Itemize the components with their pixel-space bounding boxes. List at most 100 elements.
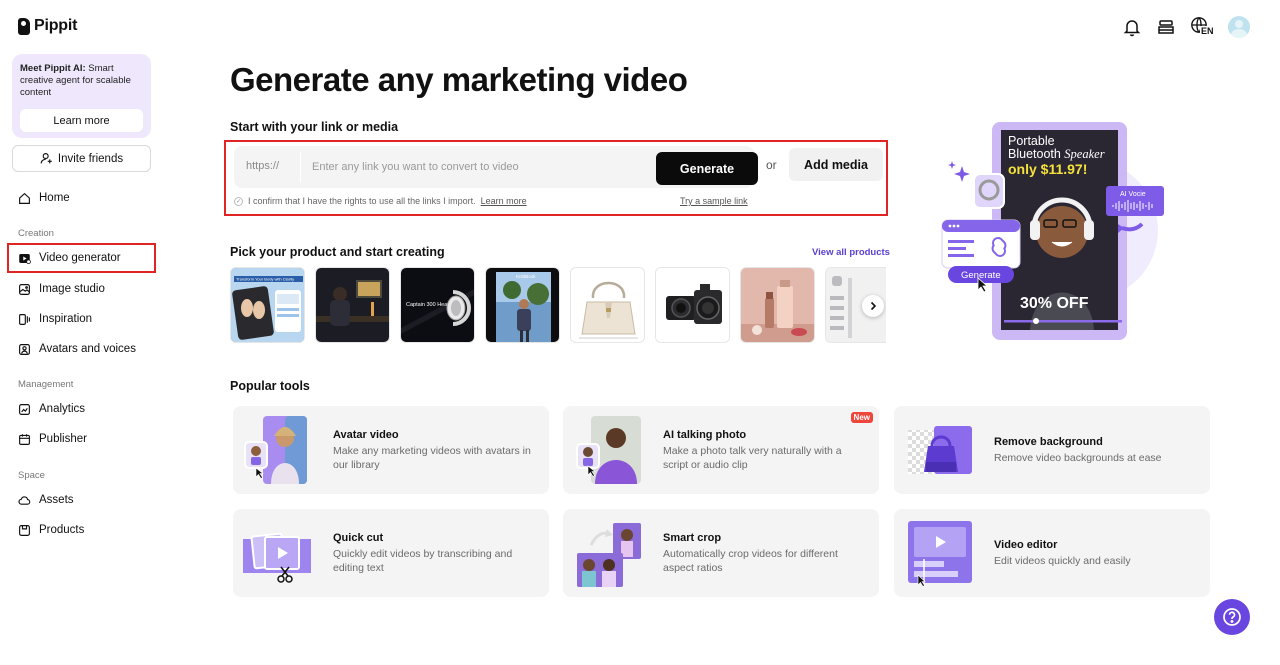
product-carousel: Transform Your Body with Clarity Captain… <box>230 267 886 343</box>
tool-name: Avatar video <box>333 429 399 441</box>
pick-product-heading: Pick your product and start creating <box>230 245 445 259</box>
or-separator: or <box>766 158 777 172</box>
handbag-product-image <box>571 268 644 342</box>
confirm-checkbox[interactable]: ✓ <box>234 196 243 206</box>
home-icon <box>19 192 30 204</box>
sidebar-item-label: Video generator <box>39 252 121 264</box>
product-thumb[interactable] <box>655 267 730 343</box>
section-creation: Creation <box>18 228 54 239</box>
try-sample-link[interactable]: Try a sample link <box>680 196 748 206</box>
sidebar-item-assets[interactable]: Assets <box>18 490 74 510</box>
hero-graphic: Portable Bluetooth Speaker only $11.97! … <box>941 122 1164 340</box>
image-icon <box>19 283 30 295</box>
headset-product-image: Captain 300 Headset <box>401 268 474 342</box>
tool-ai-talking-photo[interactable]: New AI talking photo Make a photo talk v… <box>563 406 879 494</box>
pippit-logo-icon <box>18 17 30 35</box>
user-avatar[interactable] <box>1228 16 1250 38</box>
sidebar-item-label: Image studio <box>39 283 105 295</box>
tool-desc: Edit videos quickly and easily <box>994 555 1131 567</box>
product-thumb[interactable] <box>740 267 815 343</box>
cosmetics-product-image <box>741 268 814 342</box>
sidebar-item-inspiration[interactable]: Inspiration <box>18 309 92 329</box>
link-section-heading: Start with your link or media <box>230 120 399 134</box>
add-media-button[interactable]: Add media <box>789 148 883 181</box>
url-prefix: https:// <box>246 160 280 172</box>
sidebar-item-label: Home <box>39 192 70 204</box>
view-all-products-link[interactable]: View all products <box>812 247 890 258</box>
tool-avatar-video[interactable]: Avatar video Make any marketing videos w… <box>233 406 549 494</box>
sidebar-item-image-studio[interactable]: Image studio <box>18 279 105 299</box>
svg-text:Kn0tBook: Kn0tBook <box>516 274 536 279</box>
sidebar-item-label: Avatars and voices <box>39 343 136 355</box>
popular-tools-heading: Popular tools <box>230 379 310 393</box>
link-input-row: https:// Generate <box>234 146 758 188</box>
sidebar-item-video-generator[interactable]: Video generator <box>7 243 156 273</box>
hero-line1: Portable <box>1008 134 1055 148</box>
sidebar-item-publisher[interactable]: Publisher <box>18 429 87 449</box>
carousel-next-button[interactable] <box>862 295 884 317</box>
confirm-text: I confirm that I have the rights to use … <box>248 196 476 206</box>
outdoor-person-image: Kn0tBook <box>486 268 559 342</box>
sidebar-item-analytics[interactable]: Analytics <box>18 399 85 419</box>
bell-icon[interactable] <box>1122 17 1142 37</box>
desk-scene-image <box>316 268 389 342</box>
language-code: EN <box>1200 26 1215 36</box>
new-badge: New <box>850 412 873 423</box>
tool-quick-cut[interactable]: Quick cut Quickly edit videos by transcr… <box>233 509 549 597</box>
product-thumb[interactable] <box>570 267 645 343</box>
invite-label: Invite friends <box>57 152 124 165</box>
header-actions: EN <box>1122 16 1250 38</box>
tool-desc: Quickly edit videos by transcribing and … <box>333 548 513 574</box>
hero-price: only $11.97! <box>1008 161 1087 177</box>
tool-name: AI talking photo <box>663 429 747 441</box>
product-thumb[interactable]: Transform Your Body with Clarity <box>230 267 305 343</box>
help-button[interactable] <box>1214 599 1250 635</box>
promo-text: Meet Pippit AI: Smart creative agent for… <box>20 63 131 98</box>
page-title: Generate any marketing video <box>230 61 688 98</box>
promo-card: Meet Pippit AI: Smart creative agent for… <box>12 54 151 138</box>
sidebar-item-avatars-voices[interactable]: Avatars and voices <box>18 339 136 359</box>
hero-discount: 30% OFF <box>1020 295 1089 312</box>
hero-line2: Bluetooth Speaker <box>1008 147 1105 161</box>
tool-name: Quick cut <box>333 532 384 544</box>
add-user-icon <box>40 153 52 164</box>
scale-product-image: Transform Your Body with Clarity <box>231 268 304 342</box>
sidebar-item-label: Publisher <box>39 433 87 445</box>
svg-text:Transform Your Body with Clari: Transform Your Body with Clarity <box>236 277 294 282</box>
tool-desc: Automatically crop videos for different … <box>663 548 838 574</box>
analytics-icon <box>19 403 30 415</box>
cloud-icon <box>18 495 31 505</box>
pippit-logo[interactable]: Pippit <box>18 17 77 35</box>
video-editor-art <box>908 521 972 587</box>
generate-button[interactable]: Generate <box>656 152 758 185</box>
link-input[interactable] <box>302 146 642 188</box>
tool-name: Smart crop <box>663 532 722 544</box>
inbox-icon[interactable] <box>1156 17 1176 37</box>
invite-friends-button[interactable]: Invite friends <box>12 145 151 172</box>
tool-name: Remove background <box>994 436 1103 448</box>
product-thumb[interactable]: Kn0tBook <box>485 267 560 343</box>
hero-illustration: Portable Bluetooth Speaker only $11.97! … <box>938 120 1178 344</box>
section-space: Space <box>18 470 45 481</box>
tool-remove-background[interactable]: Remove background Remove video backgroun… <box>894 406 1210 494</box>
sidebar-item-label: Analytics <box>39 403 86 415</box>
remove-background-art <box>908 426 972 474</box>
tool-name: Video editor <box>994 539 1058 551</box>
inspiration-icon <box>19 313 30 325</box>
sidebar-item-home[interactable]: Home <box>18 188 70 208</box>
language-switcher[interactable]: EN <box>1190 16 1215 38</box>
sidebar-item-label: Products <box>39 524 85 536</box>
tool-smart-crop[interactable]: Smart crop Automatically crop videos for… <box>563 509 879 597</box>
sidebar-item-label: Assets <box>39 494 74 506</box>
avatar-video-art <box>244 416 307 484</box>
learn-more-button[interactable]: Learn more <box>20 109 143 132</box>
section-management: Management <box>18 379 74 390</box>
calendar-icon <box>19 433 30 445</box>
product-box-icon <box>19 524 30 536</box>
sidebar-item-products[interactable]: Products <box>18 520 84 540</box>
product-thumb[interactable] <box>315 267 390 343</box>
tool-video-editor[interactable]: Video editor Edit videos quickly and eas… <box>894 509 1210 597</box>
confirm-learn-more-link[interactable]: Learn more <box>481 196 527 206</box>
product-thumb[interactable]: Captain 300 Headset <box>400 267 475 343</box>
link-input-panel: https:// Generate or Add media ✓ I confi… <box>224 140 888 216</box>
